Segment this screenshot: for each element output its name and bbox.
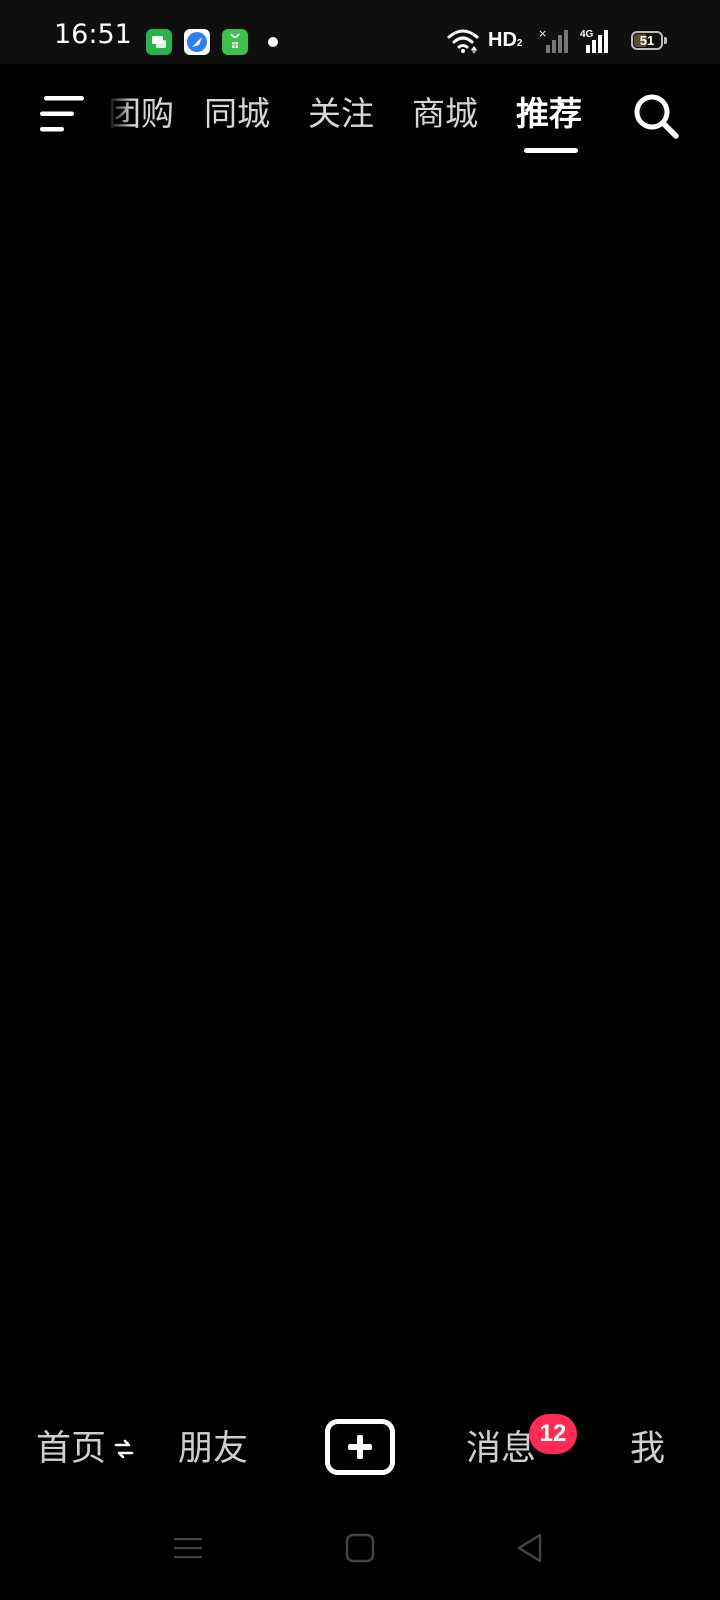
battery-cap: [664, 37, 667, 44]
nav-me[interactable]: 我: [630, 1426, 665, 1472]
nav-home[interactable]: 首页: [36, 1426, 106, 1472]
video-feed-area[interactable]: [0, 164, 720, 1399]
cellular-type-label: 4G: [580, 29, 594, 40]
system-nav-bar: [0, 1500, 720, 1600]
battery-level: 51: [639, 33, 655, 48]
hamburger-menu-icon[interactable]: [40, 94, 86, 134]
tab-nearby[interactable]: 同城: [204, 92, 270, 136]
wifi-icon: [447, 29, 479, 54]
signal-sim1-icon: ×: [538, 27, 568, 53]
top-nav: 团购 同城 关注 商城 推荐: [0, 64, 720, 164]
hd-label-sub: 2: [516, 38, 523, 49]
active-tab-indicator: [524, 148, 578, 153]
plus-icon-vertical: [357, 1435, 363, 1459]
hd-voice-label: HD2: [488, 28, 522, 56]
back-icon[interactable]: [514, 1532, 546, 1564]
search-icon[interactable]: [632, 92, 680, 140]
browser-app-icon: [184, 29, 210, 55]
create-post-button[interactable]: [325, 1419, 395, 1475]
hd-label-main: HD: [488, 29, 517, 51]
home-icon[interactable]: [344, 1532, 376, 1564]
store-app-icon: [222, 29, 248, 55]
nav-messages[interactable]: 消息: [466, 1426, 536, 1472]
nav-friends[interactable]: 朋友: [178, 1426, 248, 1472]
messages-app-icon: [146, 29, 172, 55]
status-bar: 16:51 HD2 × 4G 51: [0, 0, 720, 64]
signal-sim2-icon: 4G: [580, 29, 608, 53]
tab-group-buy[interactable]: 团购: [108, 92, 174, 136]
recent-apps-icon[interactable]: [172, 1532, 204, 1564]
tab-recommended[interactable]: 推荐: [516, 92, 582, 136]
svg-text:×: ×: [538, 27, 547, 40]
messages-badge: 12: [529, 1414, 577, 1454]
more-notifications-dot: [268, 37, 278, 47]
bottom-nav: 首页 朋友 消息 12 我: [0, 1400, 720, 1500]
tab-following[interactable]: 关注: [308, 92, 374, 136]
tab-strip: 团购 同城 关注 商城 推荐: [108, 64, 588, 164]
battery-icon: 51: [631, 31, 663, 50]
tab-mall[interactable]: 商城: [412, 92, 478, 136]
status-time: 16:51: [54, 19, 132, 50]
swap-arrows-icon[interactable]: [114, 1438, 134, 1460]
